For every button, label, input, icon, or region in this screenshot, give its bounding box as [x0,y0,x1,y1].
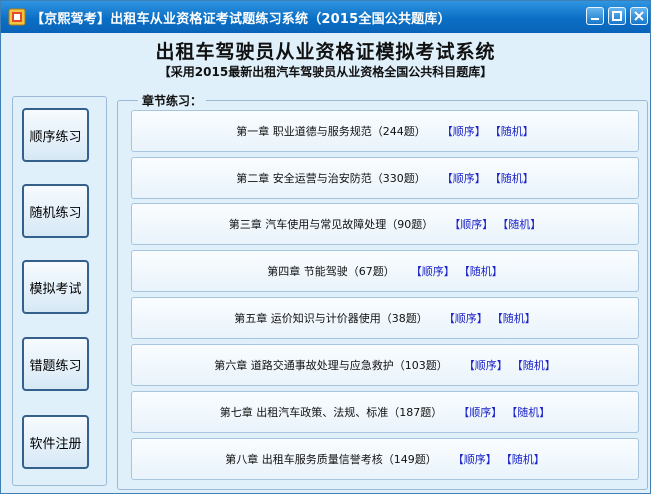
sequential-link[interactable]: 【顺序】 [464,357,508,373]
sequential-link[interactable]: 【顺序】 [453,451,497,467]
chapter-row-4: 第四章 节能驾驶（67题） 【顺序】 【随机】 [131,250,639,292]
app-icon [8,8,26,26]
chapter-row-6: 第六章 道路交通事故处理与应急救护（103题） 【顺序】 【随机】 [131,344,639,386]
random-link[interactable]: 【随机】 [512,357,556,373]
random-link[interactable]: 【随机】 [490,123,534,139]
chapter-practice-section: 章节练习： 第一章 职业道德与服务规范（244题） 【顺序】 【随机】 第二章 … [117,92,648,490]
window-title: 【京熙驾考】出租车从业资格证考试题练习系统（2015全国公共题库） [31,12,451,27]
maximize-button[interactable] [608,7,626,25]
random-link[interactable]: 【随机】 [490,170,534,186]
section-label: 章节练习： [138,92,207,109]
chapter-row-5: 第五章 运价知识与计价器使用（38题） 【顺序】 【随机】 [131,297,639,339]
close-icon [634,11,644,21]
sequential-link[interactable]: 【顺序】 [442,170,486,186]
title-bar[interactable]: 【京熙驾考】出租车从业资格证考试题练习系统（2015全国公共题库） [1,1,650,33]
chapter-row-2: 第二章 安全运营与治安防范（330题） 【顺序】 【随机】 [131,157,639,199]
app-window: 【京熙驾考】出租车从业资格证考试题练习系统（2015全国公共题库） 出租车驾驶员… [0,0,651,494]
random-link[interactable]: 【随机】 [501,451,545,467]
header: 出租车驾驶员从业资格证模拟考试系统 【采用2015最新出租汽车驾驶员从业资格全国… [1,33,650,85]
maximize-icon [612,11,622,21]
minimize-icon [591,18,599,20]
sequential-link[interactable]: 【顺序】 [458,404,502,420]
chapter-row-8: 第八章 出租车服务质量信誉考核（149题） 【顺序】 【随机】 [131,438,639,480]
chapter-title: 第六章 道路交通事故处理与应急救护（103题） [214,359,448,372]
random-link[interactable]: 【随机】 [497,216,541,232]
sidebar-panel: 顺序练习 随机练习 模拟考试 错题练习 软件注册 [12,96,107,486]
random-link[interactable]: 【随机】 [492,310,536,326]
chapter-row-3: 第三章 汽车使用与常见故障处理（90题） 【顺序】 【随机】 [131,203,639,245]
chapter-title: 第七章 出租汽车政策、法规、标准（187题） [219,406,443,419]
sequential-link[interactable]: 【顺序】 [411,263,455,279]
sequential-practice-button[interactable]: 顺序练习 [22,108,89,162]
sequential-link[interactable]: 【顺序】 [442,123,486,139]
chapter-title: 第三章 汽车使用与常见故障处理（90题） [228,218,434,231]
random-practice-button[interactable]: 随机练习 [22,184,89,238]
page-subtitle: 【采用2015最新出租汽车驾驶员从业资格全国公共科目题库】 [158,65,493,79]
sequential-link[interactable]: 【顺序】 [449,216,493,232]
mock-exam-button[interactable]: 模拟考试 [22,260,89,314]
minimize-button[interactable] [586,7,604,25]
chapter-title: 第八章 出租车服务质量信誉考核（149题） [225,453,437,466]
software-register-button[interactable]: 软件注册 [22,415,89,469]
page-title: 出租车驾驶员从业资格证模拟考试系统 [155,41,496,63]
chapter-row-7: 第七章 出租汽车政策、法规、标准（187题） 【顺序】 【随机】 [131,391,639,433]
chapter-row-1: 第一章 职业道德与服务规范（244题） 【顺序】 【随机】 [131,110,639,152]
close-button[interactable] [630,7,648,25]
chapter-title: 第五章 运价知识与计价器使用（38题） [234,312,428,325]
chapter-title: 第一章 职业道德与服务规范（244题） [236,125,426,138]
chapter-title: 第二章 安全运营与治安防范（330题） [236,172,426,185]
sequential-link[interactable]: 【顺序】 [444,310,488,326]
wrong-questions-button[interactable]: 错题练习 [22,337,89,391]
chapter-title: 第四章 节能驾驶（67题） [267,265,395,278]
random-link[interactable]: 【随机】 [506,404,550,420]
random-link[interactable]: 【随机】 [459,263,503,279]
